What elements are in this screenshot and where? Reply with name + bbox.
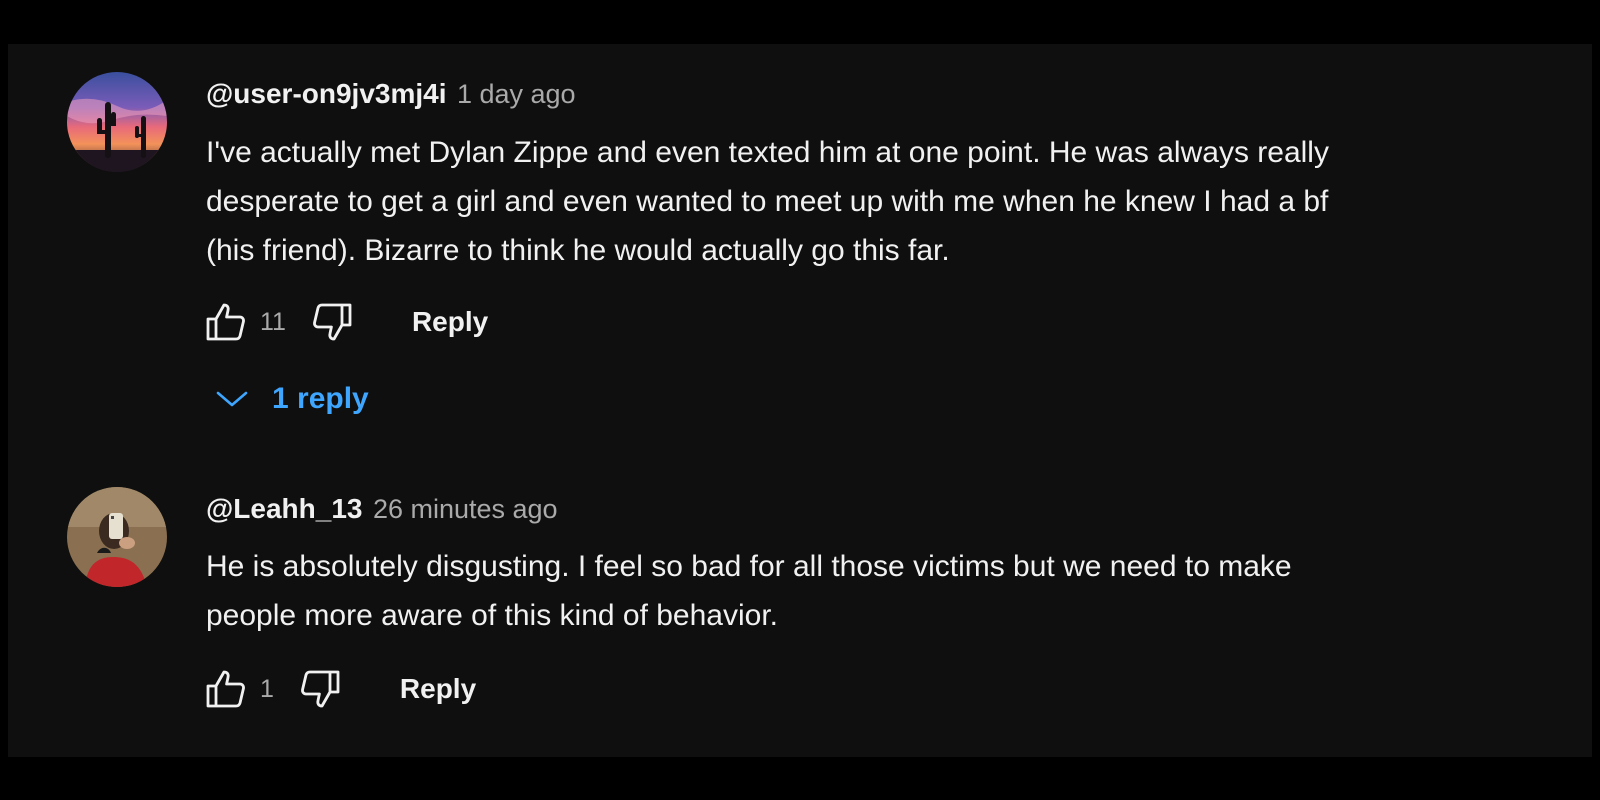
mirror-selfie-avatar-image xyxy=(67,487,167,587)
comment-text: I've actually met Dylan Zippe and even t… xyxy=(206,128,1536,275)
view-replies-button[interactable]: 1 reply xyxy=(214,382,369,416)
comment-text: He is absolutely disgusting. I feel so b… xyxy=(206,542,1536,640)
dislike-button[interactable] xyxy=(296,665,344,713)
comment-actions: 1 Reply xyxy=(202,664,476,714)
comment-author[interactable]: @user-on9jv3mj4i xyxy=(206,78,447,109)
comment-author[interactable]: @Leahh_13 xyxy=(206,493,362,524)
comment-text-line: people more aware of this kind of behavi… xyxy=(206,599,779,632)
comment-header: @user-on9jv3mj4i 1 day ago xyxy=(206,78,576,110)
thumbs-down-icon xyxy=(300,670,340,708)
like-button[interactable] xyxy=(202,298,250,346)
reply-button[interactable]: Reply xyxy=(412,306,488,338)
like-count: 1 xyxy=(260,674,274,703)
comment-text-line: He is absolutely disgusting. I feel so b… xyxy=(206,550,1292,583)
comment-actions: 11 Reply xyxy=(202,297,488,347)
avatar[interactable] xyxy=(67,487,167,587)
thumbs-up-icon xyxy=(206,670,245,708)
like-button[interactable] xyxy=(202,665,250,713)
replies-count-label: 1 reply xyxy=(272,382,369,415)
comment-timestamp[interactable]: 1 day ago xyxy=(457,79,576,109)
like-count: 11 xyxy=(260,307,286,336)
dislike-button[interactable] xyxy=(308,298,356,346)
comment-text-line: desperate to get a girl and even wanted … xyxy=(206,185,1329,218)
thumbs-down-icon xyxy=(313,303,352,341)
reply-button[interactable]: Reply xyxy=(400,673,476,705)
comment-text-line: (his friend). Bizarre to think he would … xyxy=(206,234,950,267)
chevron-down-icon xyxy=(216,391,248,407)
avatar[interactable] xyxy=(67,72,167,172)
comment-text-line: I've actually met Dylan Zippe and even t… xyxy=(206,136,1329,169)
comment-timestamp[interactable]: 26 minutes ago xyxy=(373,494,558,524)
desert-sunset-avatar-image xyxy=(67,72,167,172)
comment-header: @Leahh_13 26 minutes ago xyxy=(206,493,558,525)
comments-panel: @user-on9jv3mj4i 1 day ago I've actually… xyxy=(8,44,1592,757)
thumbs-up-icon xyxy=(206,303,245,341)
